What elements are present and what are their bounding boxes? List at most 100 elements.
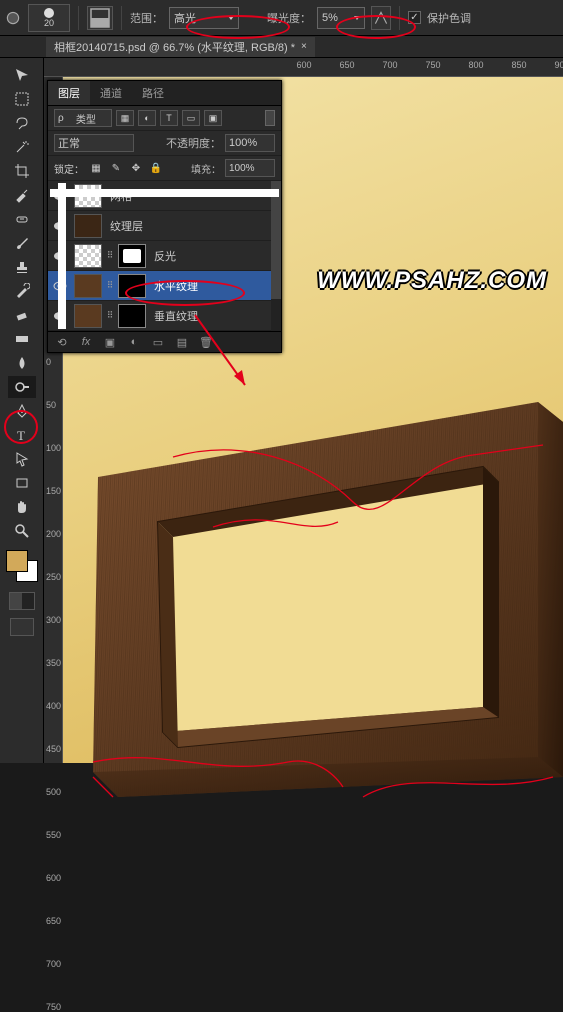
mask-icon[interactable]: ▣: [102, 335, 118, 349]
trash-icon[interactable]: 🗑: [198, 335, 214, 349]
brush-tool[interactable]: [8, 232, 36, 254]
layer-item[interactable]: ⠿ 垂直纹理: [48, 301, 281, 331]
group-icon[interactable]: ▭: [150, 335, 166, 349]
lasso-tool[interactable]: [8, 112, 36, 134]
layer-mask-thumbnail[interactable]: [118, 244, 146, 268]
gradient-tool[interactable]: [8, 328, 36, 350]
layer-name[interactable]: 垂直纹理: [150, 308, 198, 324]
close-icon[interactable]: ×: [301, 41, 307, 52]
layer-name[interactable]: 反光: [150, 248, 176, 264]
new-layer-icon[interactable]: ▤: [174, 335, 190, 349]
tab-channels[interactable]: 通道: [90, 81, 132, 105]
ruler-horizontal[interactable]: 600650700750800850900950: [44, 58, 563, 77]
path-select-tool[interactable]: [8, 448, 36, 470]
wand-tool[interactable]: [8, 136, 36, 158]
marquee-tool[interactable]: [8, 88, 36, 110]
color-swatches[interactable]: [6, 550, 38, 582]
tab-paths[interactable]: 路径: [132, 81, 174, 105]
move-tool[interactable]: [8, 64, 36, 86]
screenmode-button[interactable]: [10, 618, 34, 636]
blur-tool[interactable]: [8, 352, 36, 374]
filter-kind-label: 类型: [76, 111, 96, 126]
tab-layers[interactable]: 图层: [48, 81, 90, 105]
scrollbar[interactable]: [271, 181, 281, 331]
filter-switch[interactable]: [265, 110, 275, 126]
layer-item[interactable]: ⠿ 反光: [48, 241, 281, 271]
eyedropper-tool[interactable]: [8, 184, 36, 206]
fx-icon[interactable]: fx: [78, 335, 94, 349]
ruler-tick: 700: [46, 959, 62, 969]
blend-row: 正常 不透明度： 100%: [48, 131, 281, 156]
filter-shape-icon[interactable]: ▭: [182, 110, 200, 126]
pressure-button[interactable]: [371, 6, 391, 30]
quickmask-toggle[interactable]: [9, 592, 35, 610]
document-title: 相框20140715.psd @ 66.7% (水平纹理, RGB/8) *: [54, 39, 295, 55]
protect-tones-checkbox[interactable]: [408, 11, 421, 24]
crop-tool[interactable]: [8, 160, 36, 182]
layer-thumbnail[interactable]: [74, 274, 102, 298]
opacity-input[interactable]: 100%: [225, 134, 275, 152]
tool-preset-icon[interactable]: [4, 9, 22, 27]
pen-tool[interactable]: [8, 400, 36, 422]
opacity-value: 100%: [229, 137, 257, 149]
toggle-panel-button[interactable]: [87, 6, 113, 30]
layer-name[interactable]: 水平纹理: [150, 278, 198, 294]
lock-pixels-icon[interactable]: ✎: [108, 161, 124, 175]
scroll-thumb[interactable]: [271, 181, 281, 299]
layer-thumbnail[interactable]: [74, 214, 102, 238]
opacity-label: 不透明度：: [166, 135, 221, 151]
range-value: 高光: [174, 10, 196, 26]
type-tool[interactable]: T: [8, 424, 36, 446]
layer-name[interactable]: 纹理层: [106, 218, 143, 234]
exposure-value: 5%: [322, 12, 338, 24]
range-label: 范围：: [130, 10, 163, 26]
filter-pixel-icon[interactable]: ▦: [116, 110, 134, 126]
foreground-swatch[interactable]: [6, 550, 28, 572]
layer-list: 网格纹理层⠿反光⠿水平纹理⠿垂直纹理: [48, 181, 281, 331]
fill-input[interactable]: 100%: [225, 159, 275, 177]
filter-adjust-icon[interactable]: ◐: [138, 110, 156, 126]
ruler-tick: 500: [46, 787, 62, 797]
stamp-tool[interactable]: [8, 256, 36, 278]
brush-size-picker[interactable]: 20: [28, 4, 70, 32]
heal-tool[interactable]: [8, 208, 36, 230]
range-select[interactable]: 高光: [169, 7, 239, 29]
document-tabbar: 相框20140715.psd @ 66.7% (水平纹理, RGB/8) * ×: [0, 36, 563, 58]
ruler-tick: 300: [46, 615, 62, 625]
link-icon[interactable]: ⠿: [106, 304, 114, 328]
document-tab[interactable]: 相框20140715.psd @ 66.7% (水平纹理, RGB/8) * ×: [46, 37, 315, 57]
ruler-tick: 600: [46, 873, 62, 883]
history-brush-tool[interactable]: [8, 280, 36, 302]
filter-smart-icon[interactable]: ▣: [204, 110, 222, 126]
layer-thumbnail[interactable]: [74, 304, 102, 328]
watermark: WWW.PSAHZ.COM: [317, 267, 547, 295]
protect-tones-label: 保护色调: [427, 10, 471, 26]
layer-mask-thumbnail[interactable]: [118, 304, 146, 328]
ruler-tick: 150: [46, 486, 62, 496]
hand-tool[interactable]: [8, 496, 36, 518]
lock-trans-icon[interactable]: ▦: [88, 161, 104, 175]
blend-mode-select[interactable]: 正常: [54, 134, 134, 152]
layer-mask-thumbnail[interactable]: [118, 274, 146, 298]
zoom-tool[interactable]: [8, 520, 36, 542]
shape-tool[interactable]: [8, 472, 36, 494]
eraser-tool[interactable]: [8, 304, 36, 326]
filter-type-icon[interactable]: T: [160, 110, 178, 126]
dodge-tool[interactable]: [8, 376, 36, 398]
link-icon[interactable]: ⠿: [106, 274, 114, 298]
adjustment-icon[interactable]: ◐: [126, 335, 142, 349]
link-layers-icon[interactable]: ⟲: [54, 335, 70, 349]
lock-label: 锁定：: [54, 161, 84, 176]
exposure-select[interactable]: 5%: [317, 7, 365, 29]
lock-all-icon[interactable]: 🔒: [148, 161, 164, 175]
layer-item[interactable]: ⠿ 水平纹理: [48, 271, 281, 301]
separator: [121, 6, 122, 30]
ruler-tick: 350: [46, 658, 62, 668]
layer-thumbnail[interactable]: [74, 244, 102, 268]
filter-kind-select[interactable]: ρ类型: [54, 109, 112, 127]
lock-pos-icon[interactable]: ✥: [128, 161, 144, 175]
panel-tabs: 图层 通道 路径: [48, 81, 281, 106]
layer-item[interactable]: 纹理层: [48, 211, 281, 241]
link-icon[interactable]: ⠿: [106, 244, 114, 268]
ruler-tick: 750: [46, 1002, 62, 1012]
